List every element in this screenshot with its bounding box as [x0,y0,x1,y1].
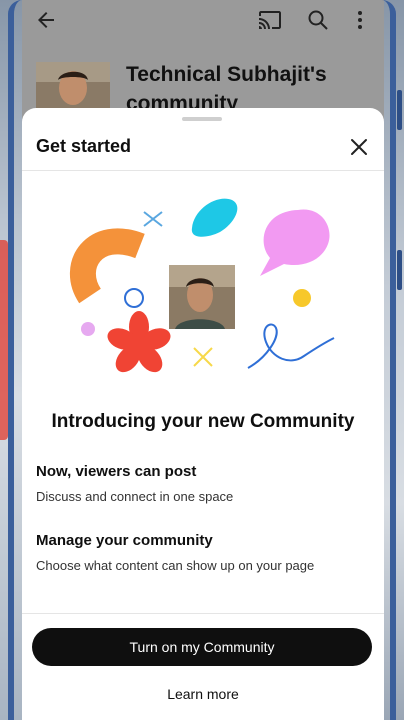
yellow-dot-shape [293,289,311,307]
learn-more-button[interactable]: Learn more [22,686,384,702]
turn-on-community-button[interactable]: Turn on my Community [32,628,372,666]
phone-side-button [397,250,402,290]
lilac-dot-shape [81,322,95,336]
sheet-title: Get started [36,136,132,156]
feature-title: Manage your community [36,532,213,549]
drag-handle[interactable] [182,117,222,121]
close-icon [351,139,367,155]
header-divider [22,170,384,171]
intro-heading: Introducing your new Community [51,411,355,432]
x-shape [193,347,213,367]
blue-ring-shape [124,288,144,308]
red-flower-shape [107,311,171,373]
sheet-header: Get started [22,126,384,170]
cyan-blob-shape [191,198,238,237]
get-started-sheet: Get started Introducing your new Communi… [22,108,384,720]
feature-description: Discuss and connect in one space [36,489,234,504]
blue-squiggle-shape [247,323,335,369]
feature-title: Now, viewers can post [36,463,197,480]
channel-photo [169,265,235,329]
footer-divider [22,613,384,614]
feature-description: Choose what content can show up on your … [36,558,315,573]
community-illustration [22,188,384,408]
x-shape [143,211,163,227]
pink-bubble-shape [260,209,330,276]
orange-arc-shape [69,228,145,304]
close-button[interactable] [344,132,374,162]
phone-side-button [397,90,402,130]
